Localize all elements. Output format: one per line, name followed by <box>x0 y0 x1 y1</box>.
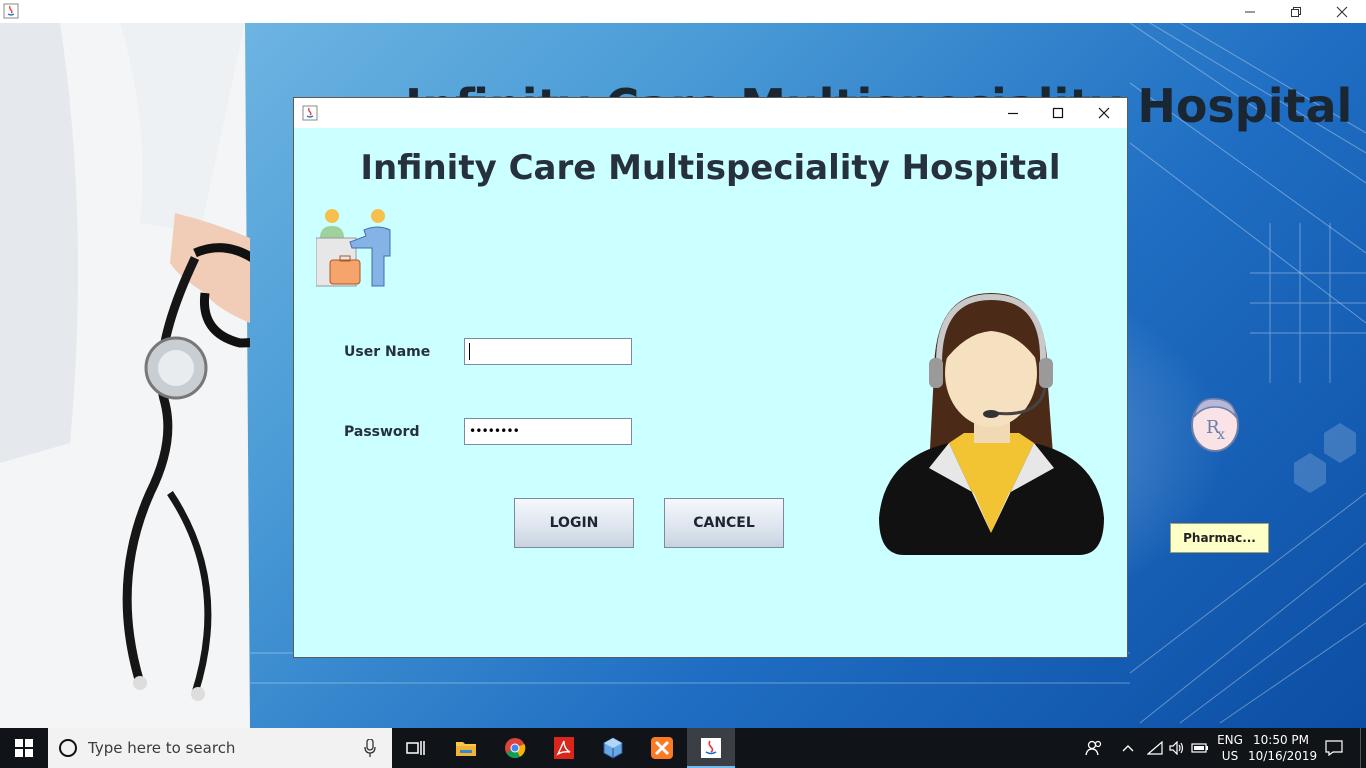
acrobat-button[interactable] <box>540 728 588 768</box>
password-field[interactable]: •••••••• <box>464 418 632 445</box>
show-hidden-icons-button[interactable] <box>1116 728 1140 768</box>
login-button[interactable]: LOGIN <box>514 498 634 548</box>
language-code: ENG <box>1217 733 1243 747</box>
maximize-icon <box>1052 107 1064 119</box>
start-button[interactable] <box>0 728 48 768</box>
restore-icon <box>1291 6 1301 17</box>
password-value: •••••••• <box>469 424 520 438</box>
close-icon <box>1336 6 1348 17</box>
svg-text:x: x <box>1217 427 1225 443</box>
chrome-button[interactable] <box>491 728 539 768</box>
region-code: US <box>1221 749 1239 763</box>
cortana-icon <box>59 739 77 757</box>
login-dialog-titlebar <box>294 98 1127 128</box>
clock-date: 10/16/2019 <box>1248 749 1318 763</box>
pharmacy-icon[interactable]: R x <box>1188 393 1242 455</box>
taskbar-search-box[interactable]: Type here to search <box>48 728 392 768</box>
virtualbox-button[interactable] <box>589 728 637 768</box>
clock-time: 10:50 PM <box>1253 733 1309 747</box>
file-explorer-button[interactable] <box>442 728 490 768</box>
text-caret <box>469 342 470 360</box>
search-placeholder: Type here to search <box>88 739 236 757</box>
virtualbox-icon <box>603 737 623 759</box>
dialog-close-button[interactable] <box>1081 98 1127 128</box>
username-field[interactable] <box>464 338 632 365</box>
java-icon <box>701 738 721 758</box>
taskbar: Type here to search ENG US 10:50 PM 10/1… <box>0 728 1366 768</box>
xampp-button[interactable] <box>638 728 686 768</box>
minimize-icon <box>1245 11 1255 12</box>
wifi-icon <box>1147 741 1163 755</box>
main-window-titlebar <box>0 0 1366 23</box>
chrome-icon <box>505 738 526 759</box>
chevron-up-icon <box>1122 745 1134 752</box>
people-button[interactable] <box>1080 728 1108 768</box>
xampp-icon <box>651 737 673 759</box>
acrobat-icon <box>554 737 574 759</box>
folder-icon <box>456 742 476 756</box>
java-app-button[interactable] <box>687 728 735 768</box>
close-icon <box>1098 107 1110 119</box>
username-label: User Name <box>344 344 431 360</box>
windows-logo-icon <box>15 739 33 757</box>
main-minimize-button[interactable] <box>1227 0 1273 23</box>
dialog-title: Infinity Care Multispeciality Hospital <box>360 148 1061 188</box>
notification-icon <box>1325 740 1343 756</box>
clock[interactable]: 10:50 PM 10/16/2019 <box>1248 732 1318 764</box>
main-close-button[interactable] <box>1319 0 1365 23</box>
password-label: Password <box>344 424 420 440</box>
task-view-icon <box>406 741 425 755</box>
action-center-button[interactable] <box>1320 728 1348 768</box>
volume-button[interactable] <box>1166 728 1188 768</box>
show-desktop-button[interactable] <box>1360 728 1366 768</box>
network-button[interactable] <box>1144 728 1166 768</box>
operator-avatar-image <box>879 293 1104 555</box>
battery-button[interactable] <box>1189 728 1211 768</box>
main-restore-button[interactable] <box>1273 0 1319 23</box>
dialog-minimize-button[interactable] <box>990 98 1036 128</box>
input-language-indicator[interactable]: ENG US <box>1212 732 1248 764</box>
login-dialog: Infinity Care Multispeciality Hospital U… <box>293 97 1128 658</box>
cancel-button[interactable]: CANCEL <box>664 498 784 548</box>
doctor-image <box>0 23 250 728</box>
battery-icon <box>1191 743 1208 753</box>
task-view-button[interactable] <box>392 728 440 768</box>
volume-icon <box>1169 741 1184 755</box>
reception-icon <box>316 209 391 287</box>
java-icon <box>302 105 318 121</box>
people-icon <box>1085 740 1102 756</box>
dialog-maximize-button[interactable] <box>1035 98 1081 128</box>
java-icon <box>3 3 19 19</box>
microphone-icon[interactable] <box>364 739 376 757</box>
minimize-icon <box>1008 112 1018 115</box>
pharmacy-button[interactable]: Pharmac... <box>1170 523 1269 553</box>
